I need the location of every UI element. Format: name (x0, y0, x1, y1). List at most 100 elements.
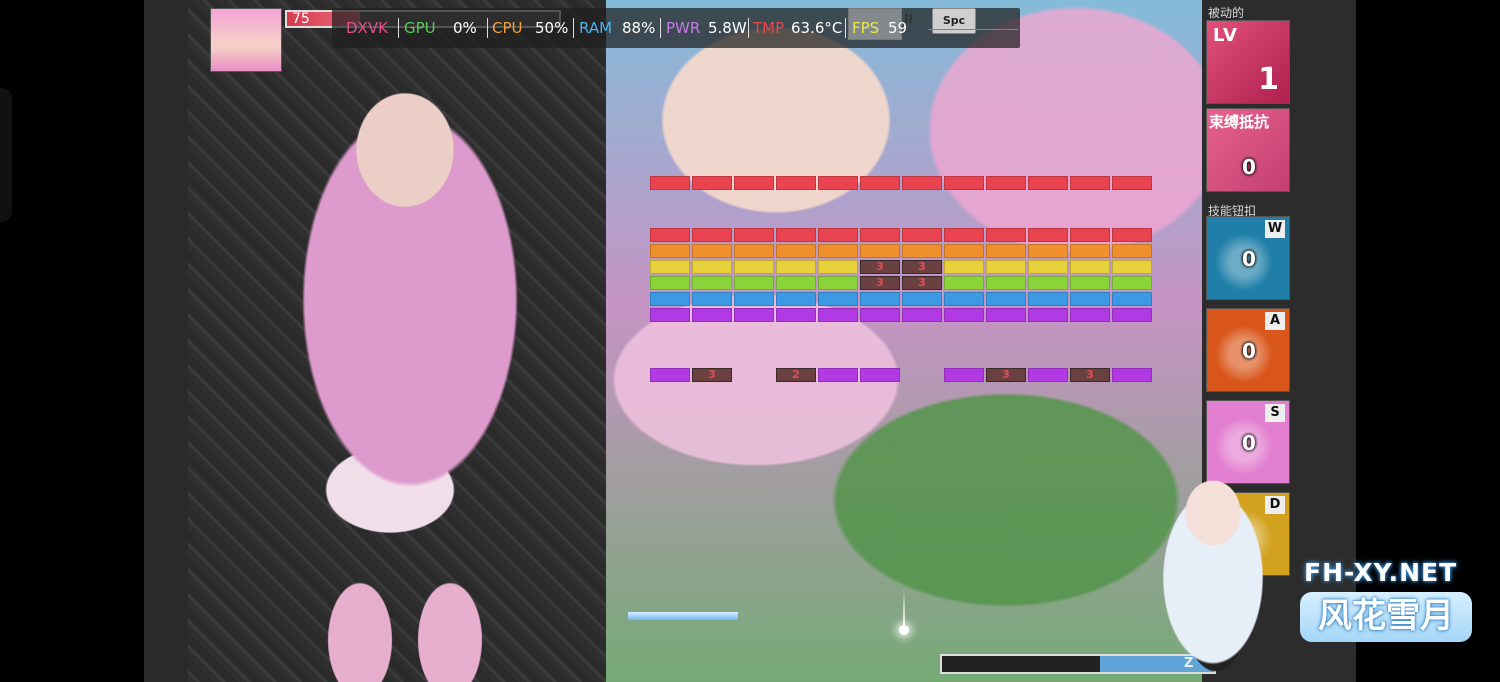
hud-separator (398, 18, 399, 38)
hud-ram-value: 88% (622, 19, 656, 37)
brick (1112, 276, 1152, 290)
ball-trail (903, 588, 905, 626)
brick (1028, 176, 1068, 190)
brick (1112, 368, 1152, 382)
paddle[interactable] (628, 612, 738, 620)
brick (1070, 228, 1110, 242)
brick (776, 276, 816, 290)
brick (776, 228, 816, 242)
brick (734, 176, 774, 190)
hp-value: 75 (292, 11, 310, 27)
brick (1028, 260, 1068, 274)
pause-icon[interactable]: II (904, 12, 913, 26)
brick (860, 176, 900, 190)
passive-label: 被动的 (1208, 6, 1245, 20)
brick (986, 228, 1026, 242)
brick (776, 176, 816, 190)
level-value: 1 (1258, 62, 1279, 97)
watermark-name: 风花雪月 (1300, 592, 1472, 642)
hard-brick: 3 (902, 260, 942, 274)
brick (986, 308, 1026, 322)
brick (860, 368, 900, 382)
phone-notch (0, 88, 12, 222)
brick (986, 292, 1026, 306)
spc-button[interactable]: Spc (932, 8, 976, 34)
brick (734, 244, 774, 258)
brick (1028, 292, 1068, 306)
brick (1112, 260, 1152, 274)
bind-resist-value: 0 (1242, 155, 1256, 179)
brick (818, 260, 858, 274)
level-badge: LV 1 (1206, 20, 1290, 104)
brick (860, 244, 900, 258)
hud-fps-label: FPS (852, 19, 880, 37)
brick (1028, 276, 1068, 290)
brick (902, 292, 942, 306)
brick (734, 276, 774, 290)
hard-brick: 3 (692, 368, 732, 382)
brick (944, 176, 984, 190)
brick (944, 368, 984, 382)
brick (650, 228, 690, 242)
hud-pwr-label: PWR (666, 19, 701, 37)
skill-count: 0 (1242, 431, 1256, 455)
hud-cpu-label: CPU (492, 19, 523, 37)
brick (776, 292, 816, 306)
brick (1028, 308, 1068, 322)
brick (860, 228, 900, 242)
brick (776, 244, 816, 258)
hard-brick: 2 (776, 368, 816, 382)
brick (776, 260, 816, 274)
watermark-mascot (1138, 468, 1288, 682)
hard-brick: 3 (902, 276, 942, 290)
brick (818, 368, 858, 382)
brick (650, 368, 690, 382)
hard-brick: 3 (860, 260, 900, 274)
brick (734, 308, 774, 322)
level-prefix: LV (1213, 25, 1238, 46)
brick (944, 260, 984, 274)
hud-separator (660, 18, 661, 38)
brick (986, 176, 1026, 190)
skill-key-w: W (1265, 220, 1285, 238)
bind-resist-badge: 束缚抵抗 0 (1206, 108, 1290, 192)
player-avatar (210, 8, 282, 72)
playfield[interactable] (606, 0, 1202, 682)
brick (692, 228, 732, 242)
brick (944, 244, 984, 258)
brick (1070, 292, 1110, 306)
hard-brick: 3 (860, 276, 900, 290)
brick (818, 244, 858, 258)
brick (818, 176, 858, 190)
claw-slash-icon[interactable]: W 0 (1206, 216, 1290, 300)
brick (692, 176, 732, 190)
hard-brick: 3 (1070, 368, 1110, 382)
hud-ram-label: RAM (579, 19, 613, 37)
bind-resist-title: 束缚抵抗 (1209, 113, 1270, 131)
fireball-icon[interactable]: A 0 (1206, 308, 1290, 392)
brick (1070, 276, 1110, 290)
brick (650, 176, 690, 190)
brick (734, 292, 774, 306)
skill-count: 0 (1242, 339, 1256, 363)
skill-key-a: A (1265, 312, 1285, 330)
brick (1112, 228, 1152, 242)
brick (734, 228, 774, 242)
hud-gpu-label: GPU (404, 19, 436, 37)
brick (986, 276, 1026, 290)
brick (902, 244, 942, 258)
brick (860, 308, 900, 322)
brick (944, 308, 984, 322)
hud-pwr-value: 5.8W (708, 19, 747, 37)
brick (734, 260, 774, 274)
hud-separator (487, 18, 488, 38)
brick (650, 260, 690, 274)
brick (1070, 244, 1110, 258)
brick (1070, 176, 1110, 190)
brick (1112, 292, 1152, 306)
brick (902, 308, 942, 322)
brick (650, 244, 690, 258)
hard-brick: 3 (986, 368, 1026, 382)
heroine-portrait (200, 40, 630, 682)
brick (1112, 176, 1152, 190)
